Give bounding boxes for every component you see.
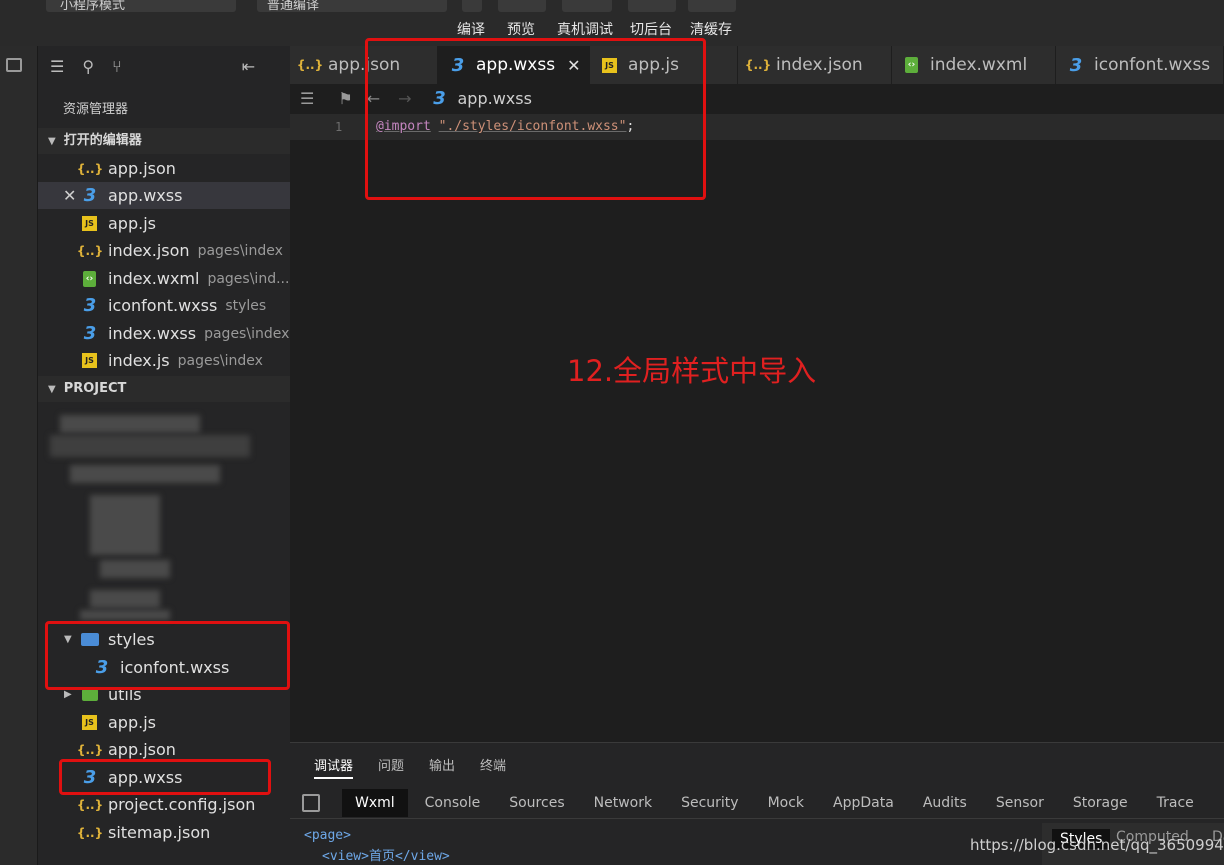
css-icon: 3 (1069, 54, 1083, 76)
tab-mock[interactable]: Mock (768, 795, 804, 811)
list-icon[interactable]: ☰ (50, 57, 64, 76)
tab-audits[interactable]: Audits (923, 795, 967, 811)
blurred-file-tree (40, 395, 265, 620)
inspect-icon[interactable] (302, 793, 320, 812)
tab-trace[interactable]: Trace (1157, 795, 1194, 811)
devtools-tab-bar: Wxml Console Sources Network Security Mo… (290, 787, 1224, 819)
compile-select-label: 普通编译 (267, 0, 320, 13)
wxml-icon: ‹› (905, 57, 918, 73)
open-editor-app-wxss[interactable]: ✕ 3 app.wxss (38, 182, 290, 209)
tab-sensor[interactable]: Sensor (996, 795, 1044, 811)
json-icon: {..} (296, 58, 324, 72)
tab-problems[interactable]: 问题 (378, 755, 404, 779)
collapse-sidebar-icon[interactable]: ⇤ (242, 57, 255, 76)
watermark: https://blog.csdn.net/qq_36509946 (970, 836, 1224, 854)
close-icon[interactable]: ✕ (63, 186, 76, 205)
tab-index-wxml[interactable]: ‹› index.wxml (892, 46, 1056, 84)
json-icon: {..} (744, 58, 772, 72)
project-file-project-config[interactable]: {..} project.config.json (38, 791, 290, 818)
js-icon: JS (82, 715, 97, 730)
open-editor-index-js[interactable]: JS index.js pages\index (38, 347, 290, 374)
json-icon: {..} (76, 825, 104, 840)
preview-icon[interactable] (498, 0, 546, 12)
git-branch-icon[interactable]: ⑂ (112, 57, 122, 76)
highlight-box-editor (365, 38, 706, 200)
json-icon: {..} (76, 742, 104, 757)
dom-node-page[interactable]: <page> (304, 825, 450, 846)
tab-debugger[interactable]: 调试器 (314, 755, 354, 779)
compile-button[interactable]: 编译 (457, 19, 485, 39)
caret-down-icon: ▼ (48, 136, 56, 147)
bookmark-icon[interactable]: ⚑ (338, 89, 352, 108)
search-icon[interactable]: ⚲ (82, 57, 94, 76)
js-icon: JS (82, 216, 97, 231)
open-editors-header[interactable]: ▼ 打开的编辑器 (38, 128, 290, 154)
open-editor-index-wxss[interactable]: 3 index.wxss pages\index (38, 320, 290, 347)
tab-security[interactable]: Security (681, 795, 739, 811)
tab-appdata[interactable]: AppData (833, 795, 894, 811)
tab-iconfont-wxss[interactable]: 3 iconfont.wxss (1056, 46, 1224, 84)
highlight-box-app-wxss (59, 759, 271, 795)
outline-icon[interactable]: ☰ (300, 89, 314, 108)
open-editor-app-js[interactable]: JS app.js (38, 210, 290, 237)
json-icon: {..} (76, 797, 104, 812)
background-button[interactable]: 切后台 (630, 19, 672, 39)
open-editor-index-wxml[interactable]: ‹› index.wxml pages\ind... (38, 265, 290, 292)
clear-cache-icon[interactable] (688, 0, 736, 12)
debug-tab-bar: 调试器 问题 输出 终端 (314, 755, 506, 779)
project-file-sitemap[interactable]: {..} sitemap.json (38, 819, 290, 846)
remote-debug-icon[interactable] (562, 0, 612, 12)
dom-tree[interactable]: <page> <view>首页</view> (304, 825, 450, 865)
json-icon: {..} (76, 161, 104, 176)
open-editor-iconfont-wxss[interactable]: 3 iconfont.wxss styles (38, 292, 290, 319)
js-icon: JS (82, 353, 97, 368)
tab-terminal[interactable]: 终端 (480, 755, 506, 779)
annotation-text: 12.全局样式中导入 (567, 354, 817, 388)
tab-wxml[interactable]: Wxml (342, 788, 408, 817)
line-number: 1 (335, 120, 343, 134)
open-editor-app-json[interactable]: {..} app.json (38, 155, 290, 182)
tab-storage[interactable]: Storage (1073, 795, 1128, 811)
css-icon: 3 (83, 323, 97, 344)
remote-debug-button[interactable]: 真机调试 (557, 19, 613, 39)
json-icon: {..} (76, 243, 104, 258)
compile-icon[interactable] (462, 0, 482, 12)
css-icon: 3 (83, 185, 97, 206)
caret-right-icon: ▶ (64, 689, 72, 700)
explorer-panel: ☰ ⚲ ⑂ ⇤ 资源管理器 ▼ 打开的编辑器 {..} app.json ✕ 3 … (38, 46, 290, 865)
background-icon[interactable] (628, 0, 676, 12)
tab-network[interactable]: Network (594, 795, 652, 811)
project-file-app-js[interactable]: JS app.js (38, 709, 290, 736)
activity-bar (0, 46, 38, 865)
tab-console[interactable]: Console (425, 795, 481, 811)
explorer-title: 资源管理器 (63, 102, 129, 117)
css-icon: 3 (83, 295, 97, 316)
caret-down-icon: ▼ (48, 384, 56, 395)
preview-button[interactable]: 预览 (507, 19, 535, 39)
explorer-toolbar: ☰ ⚲ ⑂ ⇤ (38, 46, 290, 86)
open-editor-index-json[interactable]: {..} index.json pages\index (38, 237, 290, 264)
tab-index-json[interactable]: {..} index.json (738, 46, 892, 84)
mode-select-label: 小程序模式 (60, 0, 126, 13)
tab-output[interactable]: 输出 (429, 755, 455, 779)
clear-cache-button[interactable]: 清缓存 (690, 19, 732, 39)
windows-icon[interactable] (6, 58, 22, 72)
tab-sources[interactable]: Sources (509, 795, 564, 811)
dom-node-view[interactable]: <view>首页</view> (304, 846, 450, 865)
wxml-icon: ‹› (83, 270, 96, 287)
highlight-box-styles (45, 621, 290, 690)
